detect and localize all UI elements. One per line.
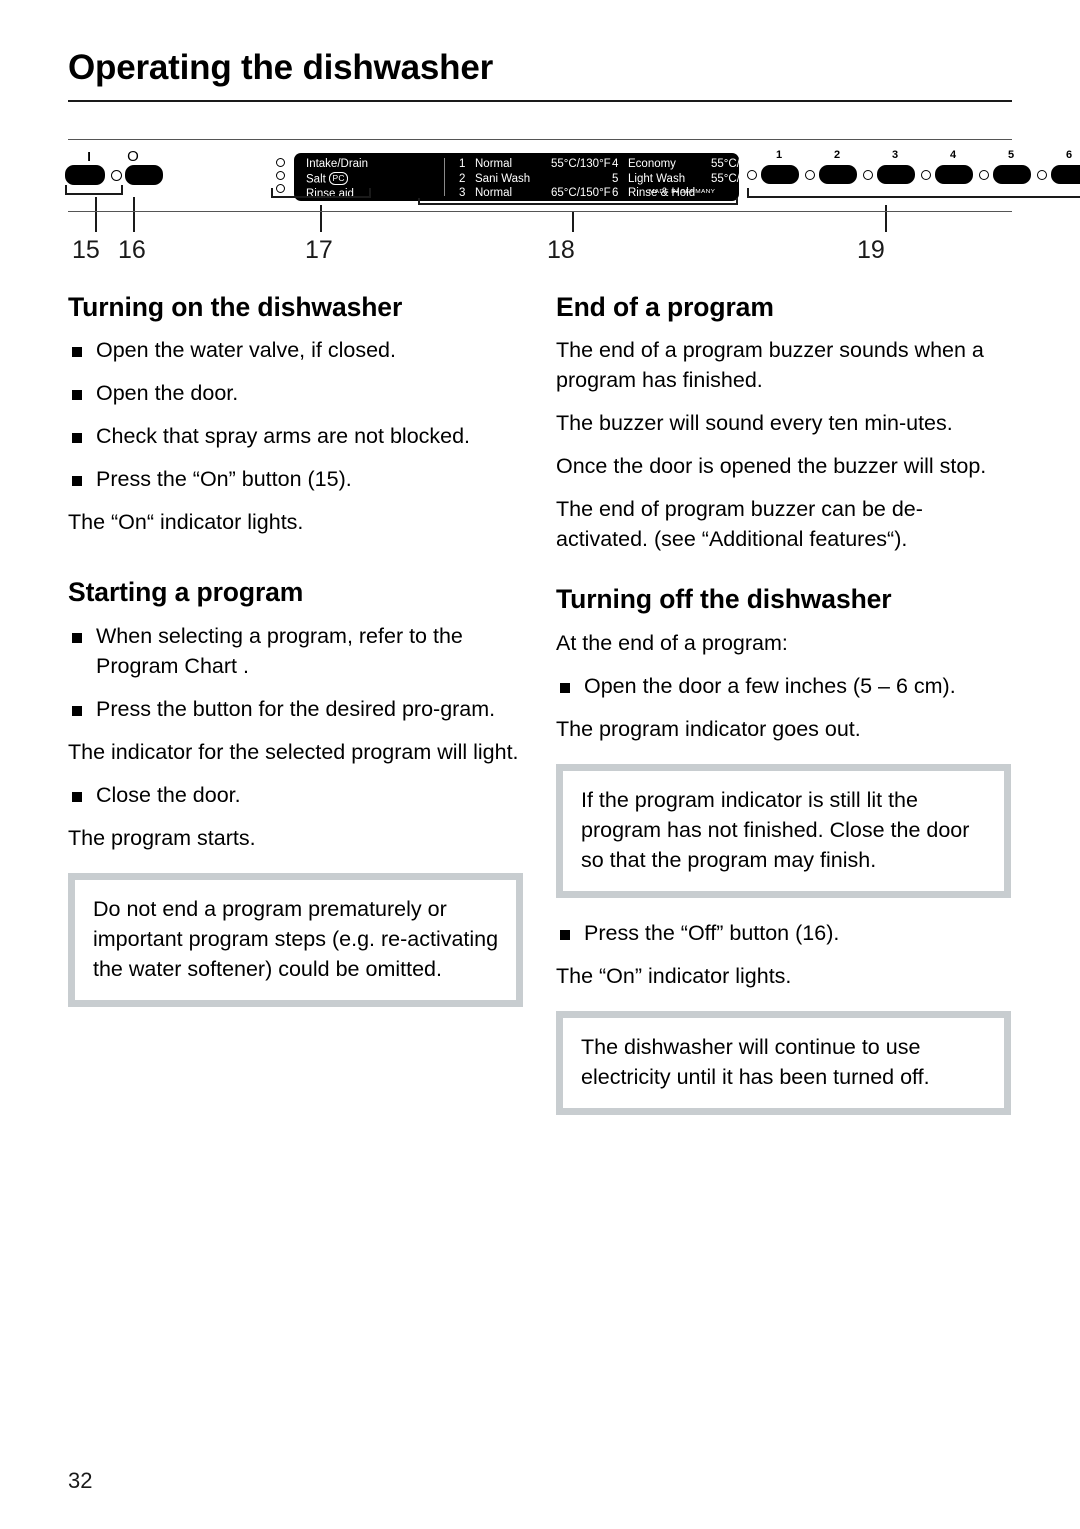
program-4-indicator-light [921, 170, 931, 180]
intake-drain-indicator-light [276, 158, 285, 167]
program-list-left: 1 Normal 55°C/130°F 2 Sani Wash 3 Normal 65°C… [459, 157, 611, 201]
callout-number-18: 18 [547, 236, 575, 264]
status-label-salt: Salt PC [306, 171, 368, 187]
program-button-4[interactable] [935, 165, 973, 184]
on-indicator-note: The “On“ indicator lights. [68, 510, 304, 535]
buzzer-deactivate-note: The end of program buzzer can be de-acti… [556, 497, 923, 552]
note-box-electricity-usage: The dishwasher will continue to use elec… [556, 1010, 1011, 1115]
program-button-6[interactable] [1051, 165, 1080, 184]
on-indicator-light [111, 170, 122, 181]
bracket-status-lights [271, 188, 371, 198]
program-1-indicator-light [747, 170, 757, 180]
program-name: Sani Wash [475, 172, 531, 185]
heading-turning-on-the-dishwasher: Turning on the dishwasher [68, 292, 403, 322]
list-item: Open the door. [68, 378, 523, 408]
program-button-3-number: 3 [891, 149, 899, 161]
program-name: Economy [628, 158, 676, 170]
program-button-6-number: 6 [1065, 149, 1073, 161]
program-6-indicator-light [1037, 170, 1047, 180]
program-2-indicator-light [805, 170, 815, 180]
leader-line-18 [572, 212, 574, 232]
diagram-bottom-divider [68, 211, 1012, 212]
note-text: The dishwasher will continue to use elec… [581, 1034, 930, 1089]
program-button-3[interactable] [877, 165, 915, 184]
heading-turning-off-the-dishwasher: Turning off the dishwasher [556, 584, 892, 615]
program-button-5-number: 5 [1007, 149, 1015, 161]
list-item: Check that spray arms are not blocked. [68, 421, 523, 451]
on-button[interactable] [65, 165, 105, 185]
at-end-of-program-note: At the end of a program: [556, 630, 788, 655]
buzzer-stop-note: Once the door is opened the buzzer will … [556, 454, 987, 479]
manual-page: Operating the dishwasher I O Intake/Drai… [0, 0, 1080, 1529]
list-item: Open the door a few inches (5 – 6 cm). [556, 671, 1011, 701]
leader-line-16 [133, 197, 135, 232]
callout-number-17: 17 [305, 236, 333, 264]
program-name: Normal [475, 158, 513, 170]
heading-end-of-a-program: End of a program [556, 292, 774, 322]
program-button-4-number: 4 [949, 149, 957, 161]
right-column: End of a program The end of a program bu… [556, 292, 1011, 1115]
leader-line-19 [885, 205, 887, 232]
program-button-1-number: 1 [775, 149, 783, 161]
program-button-5[interactable] [993, 165, 1031, 184]
status-label-intake-drain: Intake/Drain [306, 158, 369, 170]
turning-on-steps-list: Open the water valve, if closed. Open th… [68, 335, 523, 494]
starting-program-steps-list: When selecting a program, refer to the P… [68, 621, 523, 724]
header-divider [68, 100, 1012, 102]
program-row: 2 Sani Wash [459, 172, 611, 187]
page-title: Operating the dishwasher [68, 48, 494, 87]
press-off-button-step-list: Press the “Off” button (16). [556, 918, 1011, 948]
on-indicator-lights-note: The “On” indicator lights. [556, 963, 792, 988]
left-column: Turning on the dishwasher Open the water… [68, 292, 523, 1007]
program-button-1[interactable] [761, 165, 799, 184]
buzzer-interval-note: The buzzer will sound every ten min-utes… [556, 411, 953, 436]
on-button-symbol: I [87, 149, 91, 164]
program-row: 1 Normal 55°C/130°F [459, 157, 611, 172]
note-box-do-not-end-program: Do not end a program prematurely or impo… [68, 872, 523, 1007]
turning-off-steps-list: Open the door a few inches (5 – 6 cm). [556, 671, 1011, 701]
buzzer-sounds-note: The end of a program buzzer sounds when … [556, 338, 984, 393]
diagram-top-divider [68, 139, 1012, 140]
callout-number-15: 15 [72, 236, 100, 264]
callout-number-16: 16 [118, 236, 146, 264]
program-name: Light Wash [628, 172, 686, 185]
salt-indicator-light [276, 171, 285, 180]
note-text: Do not end a program prematurely or impo… [93, 896, 499, 981]
plate-divider [444, 158, 445, 196]
made-in-germany-label: MADE IN GERMANY [649, 188, 716, 195]
heading-starting-a-program: Starting a program [68, 577, 304, 608]
program-5-indicator-light [979, 170, 989, 180]
program-number: 1 [459, 158, 466, 170]
selected-program-indicator-note: The indicator for the selected program w… [68, 739, 519, 764]
list-item: Open the water valve, if closed. [68, 335, 523, 365]
program-number: 2 [459, 172, 466, 185]
program-number: 4 [612, 158, 619, 170]
bracket-program-labels [418, 198, 738, 205]
program-3-indicator-light [863, 170, 873, 180]
leader-line-17 [320, 205, 322, 232]
off-button-symbol: O [127, 148, 139, 165]
off-button[interactable] [125, 165, 163, 185]
program-number: 5 [612, 172, 619, 185]
program-button-2-number: 2 [833, 149, 841, 161]
pc-badge-icon: PC [329, 171, 349, 185]
program-indicator-out-note: The program indicator goes out. [556, 716, 861, 741]
program-temperature: 55°C/130°F [551, 158, 611, 170]
note-box-program-indicator-lit: If the program indicator is still lit th… [556, 763, 1011, 898]
callout-number-19: 19 [857, 236, 885, 264]
list-item: Press the “Off” button (16). [556, 918, 1011, 948]
bracket-on-off [65, 185, 123, 195]
program-button-2[interactable] [819, 165, 857, 184]
page-number: 32 [68, 1468, 93, 1493]
note-text: If the program indicator is still lit th… [581, 787, 970, 872]
program-starts-note: The program starts. [68, 825, 256, 850]
list-item: Close the door. [68, 780, 523, 810]
program-row: 4 Economy 55°C/130°F [612, 157, 771, 172]
close-door-step-list: Close the door. [68, 780, 523, 810]
leader-line-15 [95, 197, 97, 232]
list-item: When selecting a program, refer to the P… [68, 621, 523, 681]
list-item: Press the button for the desired pro-gra… [68, 694, 523, 724]
bracket-program-buttons [747, 188, 1080, 198]
list-item: Press the “On” button (15). [68, 464, 523, 494]
